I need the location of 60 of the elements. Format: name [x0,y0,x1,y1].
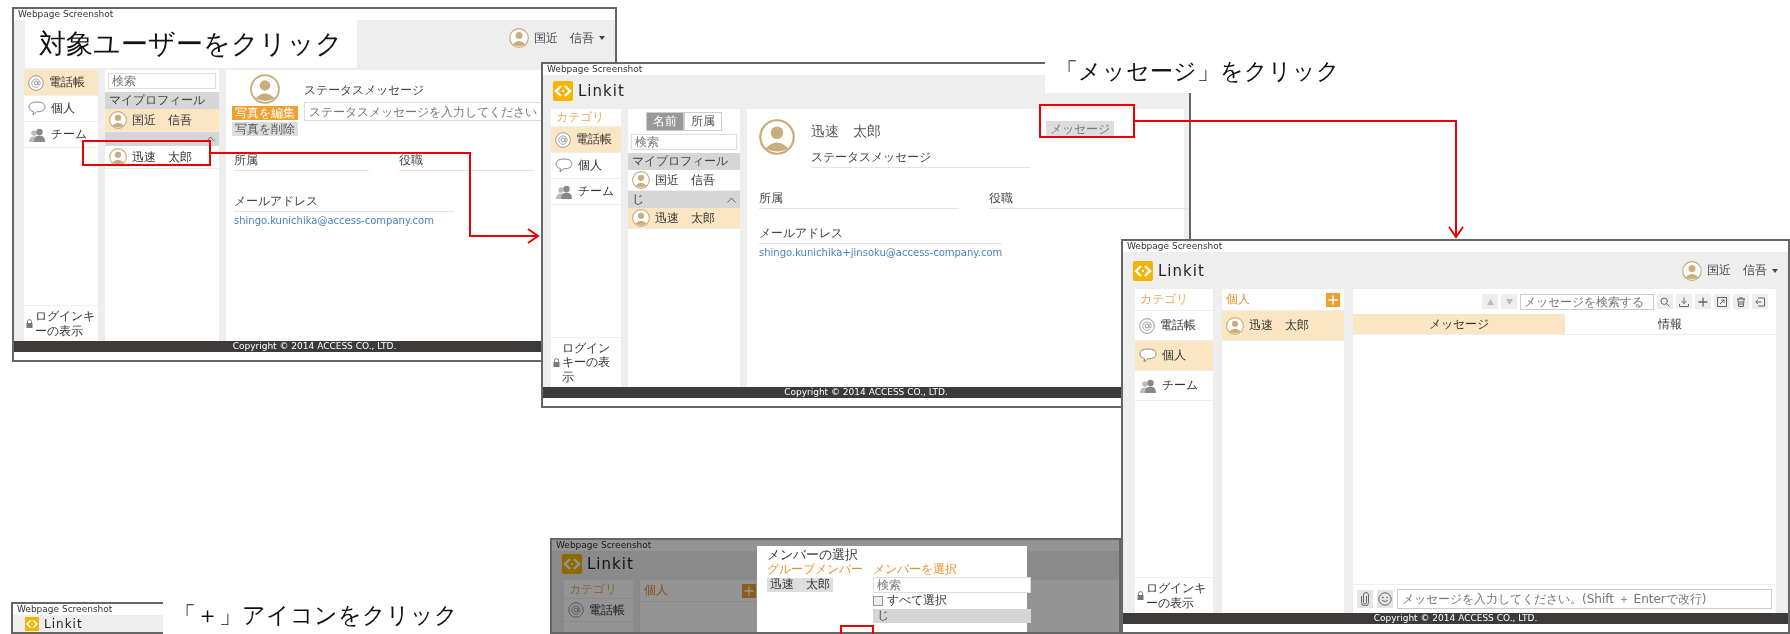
message-search-field[interactable]: メッセージを検索する [1520,293,1654,310]
screenshot-label: Webpage Screenshot [18,9,114,20]
field-label: 役職 [399,152,534,171]
section-header[interactable]: マイプロフィール [105,92,219,109]
search-field[interactable]: 検索 [631,134,737,150]
panel-heading: カテゴリ [1135,289,1213,311]
user-menu[interactable]: 国近 信吾 [509,28,605,48]
chat-tab[interactable]: 情報 [1564,314,1776,334]
category-item[interactable]: 電話帳 [564,599,633,622]
message-input[interactable]: メッセージを入力してください。(Shift ＋ Enterで改行) [1397,589,1772,609]
section-header[interactable]: じ [873,608,1031,623]
dialog-title: メンバーの選択 [767,548,859,563]
category-item[interactable]: 電話帳 [24,70,98,96]
field-label: 所属 [234,152,369,171]
section-header[interactable]: マイプロフィール [628,153,740,170]
email-link[interactable]: shingo.kunichika+jinsoku@access-company.com [759,247,1003,258]
contact-row[interactable]: 迅速 太郎 [1222,311,1344,341]
category-item[interactable]: 個人 [1135,341,1213,371]
member-tag[interactable]: 迅速 太郎 [767,578,833,592]
section-header[interactable]: じ [628,191,740,208]
field-label: 所属 [759,190,959,209]
search-field[interactable]: 検索 [108,73,216,89]
category-item[interactable]: 電話帳 [551,127,621,153]
search-field[interactable]: 検索 [873,577,1031,594]
column-heading: メンバーを選択 [873,563,958,577]
contact-row[interactable]: 国近 信吾 [105,109,219,132]
category-item[interactable]: チーム [24,122,98,148]
chat-tab[interactable]: メッセージ [1353,314,1565,334]
panel-heading: カテゴリ [564,580,633,599]
screenshot-label: Webpage Screenshot [1127,241,1223,252]
contact-row[interactable]: 迅速 太郎 [105,146,219,169]
field-label: ステータスメッセージ [304,82,425,99]
category-item[interactable]: チーム [551,179,621,205]
app-name: Linkit [1158,261,1205,280]
contact-row[interactable]: 迅速 太郎 [628,208,740,229]
footer-bar: Copyright © 2014 ACCESS CO., LTD. [1123,613,1788,624]
contact-name: 迅速 太郎 [811,123,882,141]
user-menu[interactable]: 国近 信吾 [1682,260,1778,281]
field-label: ステータスメッセージ [811,149,1030,168]
field-label: 役職 [989,190,1189,209]
screenshot-label: Webpage Screenshot [547,64,643,75]
category-item[interactable]: 個人 [24,96,98,122]
screenshot-label: Webpage Screenshot [17,604,113,615]
app-name: Linkit [578,82,625,100]
field-label: メールアドレス [234,193,454,212]
checkbox-label: すべて選択 [887,594,947,608]
delete-photo-button[interactable]: 写真を削除 [232,122,298,136]
app-name: Linkit [587,555,634,573]
screenshot-label: Webpage Screenshot [556,540,652,551]
list-heading: 個人 [644,582,668,599]
instruction-caption: 対象ユーザーをクリック [25,20,357,68]
field-label: メールアドレス [759,225,1003,244]
category-item[interactable]: チーム [1135,371,1213,401]
sort-tab[interactable]: 所属 [684,112,722,131]
list-heading: 個人 [1226,291,1250,308]
status-message-field[interactable]: ステータスメッセージを入力してください [304,102,544,121]
column-heading: グループメンバー [767,563,863,577]
app-name: Linkit [44,616,83,631]
category-item[interactable]: 個人 [551,153,621,179]
email-link[interactable]: shingo.kunichika@access-company.com [234,215,454,226]
